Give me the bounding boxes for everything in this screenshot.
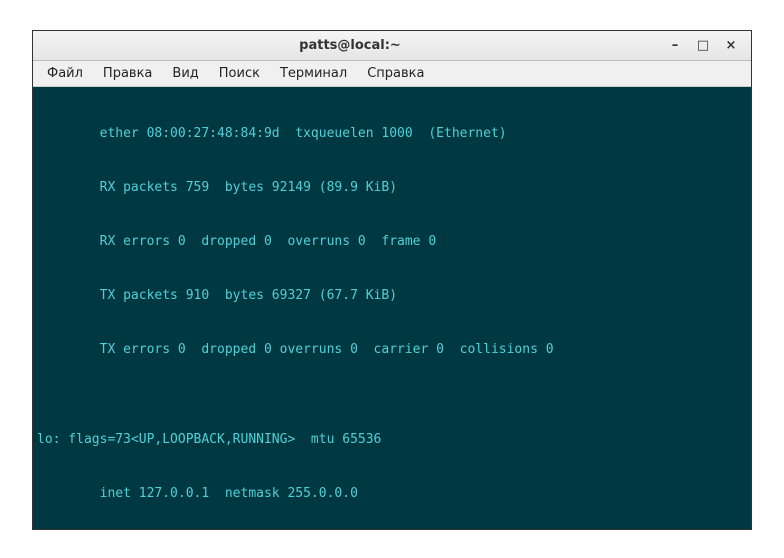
- window-title: patts@local:~: [39, 38, 661, 53]
- menu-help[interactable]: Справка: [357, 64, 434, 83]
- terminal-area[interactable]: ether 08:00:27:48:84:9d txqueuelen 1000 …: [33, 87, 751, 529]
- titlebar[interactable]: patts@local:~ – □ ×: [33, 31, 751, 61]
- terminal-line: TX packets 910 bytes 69327 (67.7 KiB): [37, 287, 747, 305]
- menubar: Файл Правка Вид Поиск Терминал Справка: [33, 61, 751, 87]
- menu-search[interactable]: Поиск: [209, 64, 270, 83]
- terminal-line: ether 08:00:27:48:84:9d txqueuelen 1000 …: [37, 125, 747, 143]
- terminal-window: patts@local:~ – □ × Файл Правка Вид Поис…: [32, 30, 752, 530]
- maximize-button[interactable]: □: [689, 35, 717, 57]
- menu-file[interactable]: Файл: [37, 64, 93, 83]
- minimize-button[interactable]: –: [661, 35, 689, 57]
- terminal-line: TX errors 0 dropped 0 overruns 0 carrier…: [37, 341, 747, 359]
- menu-view[interactable]: Вид: [162, 64, 208, 83]
- terminal-line: RX errors 0 dropped 0 overruns 0 frame 0: [37, 233, 747, 251]
- terminal-line: inet 127.0.0.1 netmask 255.0.0.0: [37, 485, 747, 503]
- menu-edit[interactable]: Правка: [93, 64, 162, 83]
- close-button[interactable]: ×: [717, 35, 745, 57]
- terminal-line: lo: flags=73<UP,LOOPBACK,RUNNING> mtu 65…: [37, 431, 747, 449]
- menu-terminal[interactable]: Терминал: [270, 64, 357, 83]
- terminal-line: RX packets 759 bytes 92149 (89.9 KiB): [37, 179, 747, 197]
